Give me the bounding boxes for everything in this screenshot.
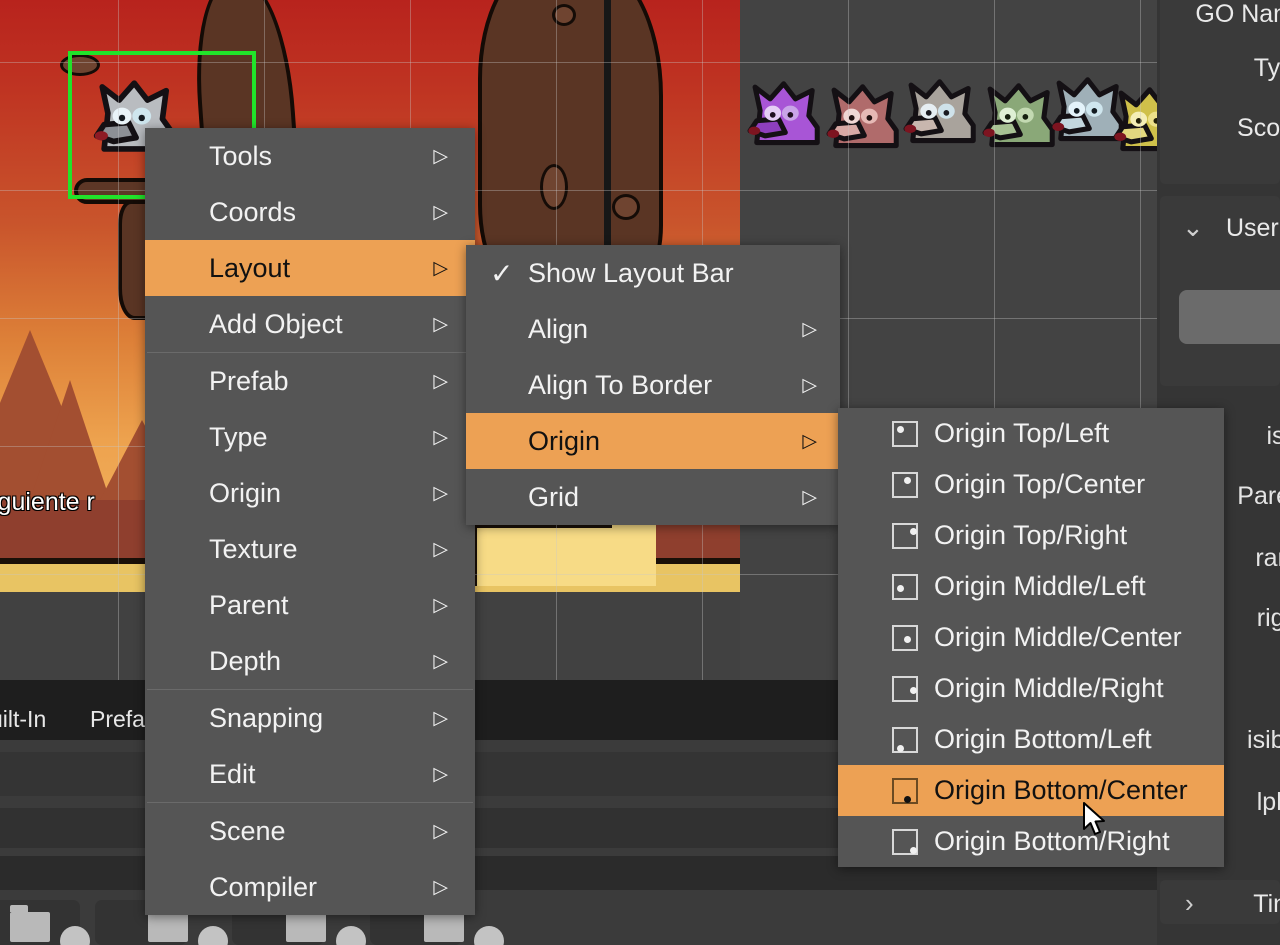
submenu-arrow-icon: ▷ (433, 876, 448, 898)
chevron-down-icon[interactable]: ⌄ (1182, 212, 1204, 243)
menu-item-edit[interactable]: Edit ▷ (145, 746, 475, 802)
menu-item-origin-top-left[interactable]: Origin Top/Left (838, 408, 1224, 459)
menu-item-coords[interactable]: Coords ▷ (145, 184, 475, 240)
menu-item-origin-middle-left[interactable]: Origin Middle/Left (838, 561, 1224, 612)
origin-bottom-center-icon (892, 777, 918, 804)
menu-item-grid[interactable]: Grid ▷ (466, 469, 840, 525)
menu-item-origin-bottom-center[interactable]: Origin Bottom/Center (838, 765, 1224, 816)
submenu-arrow-icon: ▷ (802, 374, 817, 396)
context-submenu-layout[interactable]: ✓ Show Layout Bar Align ▷ Align To Border… (466, 245, 840, 525)
menu-item-depth[interactable]: Depth ▷ (145, 633, 475, 689)
submenu-arrow-icon: ▷ (433, 538, 448, 560)
folder-icon (286, 905, 326, 942)
folder-icon (424, 905, 464, 942)
submenu-arrow-icon: ▷ (433, 820, 448, 842)
submenu-arrow-icon: ▷ (433, 707, 448, 729)
wolf-sprite-gray[interactable] (900, 70, 986, 154)
asset-tab-prefab[interactable]: Prefa (90, 706, 145, 733)
origin-top-left-icon (892, 420, 918, 447)
platform-block-yellow (472, 524, 656, 586)
origin-bottom-right-icon (892, 828, 918, 855)
submenu-arrow-icon: ▷ (802, 430, 817, 452)
menu-item-snapping[interactable]: Snapping ▷ (145, 690, 475, 746)
context-submenu-origin[interactable]: Origin Top/Left Origin Top/Center Origin… (838, 408, 1224, 867)
menu-item-type[interactable]: Type ▷ (145, 409, 475, 465)
wolf-sprite-purple[interactable] (744, 72, 830, 156)
menu-item-tools[interactable]: Tools ▷ (145, 128, 475, 184)
disc-icon (336, 926, 366, 945)
menu-item-origin-top-right[interactable]: Origin Top/Right (838, 510, 1224, 561)
menu-item-origin-bottom-right[interactable]: Origin Bottom/Right (838, 816, 1224, 867)
asset-tab-builtin[interactable]: uilt-In (0, 706, 46, 733)
menu-item-align-to-border[interactable]: Align To Border ▷ (466, 357, 840, 413)
menu-item-prefab[interactable]: Prefab ▷ (145, 353, 475, 409)
disc-icon (198, 926, 228, 945)
menu-item-texture[interactable]: Texture ▷ (145, 521, 475, 577)
app-window: iguiente r uilt-In Prefa GO Nam Typ Scop… (0, 0, 1280, 945)
origin-bottom-left-icon (892, 726, 918, 753)
menu-item-layout[interactable]: Layout ▷ (145, 240, 475, 296)
submenu-arrow-icon: ▷ (433, 313, 448, 335)
submenu-arrow-icon: ▷ (433, 482, 448, 504)
submenu-arrow-icon: ▷ (433, 594, 448, 616)
submenu-arrow-icon: ▷ (433, 257, 448, 279)
menu-item-align[interactable]: Align ▷ (466, 301, 840, 357)
menu-item-parent[interactable]: Parent ▷ (145, 577, 475, 633)
submenu-arrow-icon: ▷ (433, 650, 448, 672)
checkmark-icon: ✓ (490, 257, 514, 289)
origin-middle-right-icon (892, 675, 918, 702)
submenu-arrow-icon: ▷ (433, 370, 448, 392)
wolf-sprite-yellow[interactable] (1110, 78, 1157, 162)
disc-icon (60, 926, 90, 945)
inspector-property-label: rans (1255, 544, 1280, 572)
menu-item-origin-top-center[interactable]: Origin Top/Center (838, 459, 1224, 510)
submenu-arrow-icon: ▷ (433, 763, 448, 785)
menu-item-origin[interactable]: Origin ▷ (145, 465, 475, 521)
menu-item-origin-middle-right[interactable]: Origin Middle/Right (838, 663, 1224, 714)
inspector-property-label: ists (1266, 422, 1280, 450)
inspector-property-label: Paren (1237, 482, 1280, 510)
mouse-cursor-icon (1082, 802, 1108, 838)
menu-item-compiler[interactable]: Compiler ▷ (145, 859, 475, 915)
wolf-sprite-pink[interactable] (823, 75, 909, 159)
inspector-label-scope: Scop (1237, 114, 1280, 142)
inspector-user-input[interactable] (1179, 290, 1280, 344)
menu-item-origin-middle-center[interactable]: Origin Middle/Center (838, 612, 1224, 663)
submenu-arrow-icon: ▷ (433, 201, 448, 223)
inspector-property-label: rigin (1256, 604, 1280, 632)
submenu-arrow-icon: ▷ (433, 145, 448, 167)
disc-icon (474, 926, 504, 945)
menu-item-add-object[interactable]: Add Object ▷ (145, 296, 475, 352)
menu-item-origin-submenu[interactable]: Origin ▷ (466, 413, 840, 469)
menu-item-origin-bottom-left[interactable]: Origin Bottom/Left (838, 714, 1224, 765)
folder-icon (148, 905, 188, 942)
inspector-section-user-label: User ( (1225, 214, 1280, 242)
folder-icon (10, 905, 50, 942)
origin-top-right-icon (892, 522, 918, 549)
scene-caption-text: iguiente r (0, 488, 95, 516)
inspector-section-tint-label: Tint (1253, 890, 1280, 918)
menu-item-show-layout-bar[interactable]: ✓ Show Layout Bar (466, 245, 840, 301)
inspector-property-label: lpha (1256, 788, 1280, 816)
submenu-arrow-icon: ▷ (802, 486, 817, 508)
submenu-arrow-icon: ▷ (433, 426, 448, 448)
origin-top-center-icon (892, 471, 918, 498)
menu-item-scene[interactable]: Scene ▷ (145, 803, 475, 859)
inspector-label-type: Typ (1253, 54, 1280, 82)
inspector-property-label: isible (1247, 726, 1280, 754)
chevron-right-icon[interactable]: › (1185, 888, 1194, 919)
context-menu-main[interactable]: Tools ▷ Coords ▷ Layout ▷ Add Object ▷ Prefa… (145, 128, 475, 915)
submenu-arrow-icon: ▷ (802, 318, 817, 340)
origin-middle-left-icon (892, 573, 918, 600)
inspector-label-go-name: GO Nam (1195, 0, 1280, 28)
origin-middle-center-icon (892, 624, 918, 651)
